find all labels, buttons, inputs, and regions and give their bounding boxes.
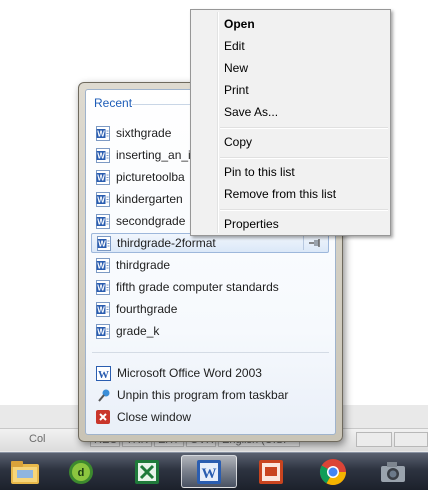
svg-text:W: W xyxy=(98,369,109,381)
svg-text:W: W xyxy=(97,305,105,314)
context-menu-gutter xyxy=(217,12,219,233)
recent-header: Recent xyxy=(94,96,133,110)
dreamweaver-icon: d xyxy=(69,459,93,484)
word-document-icon: W xyxy=(97,235,111,251)
status-col: Col xyxy=(29,433,46,445)
recent-item-label: secondgrade xyxy=(116,214,186,228)
recent-item-label: fifth grade computer standards xyxy=(116,280,279,294)
svg-text:W: W xyxy=(97,261,105,270)
svg-text:W: W xyxy=(202,466,217,482)
taskbar-word-button[interactable]: W xyxy=(181,455,237,488)
taskbar-dreamweaver-button[interactable]: d xyxy=(58,455,104,488)
svg-text:W: W xyxy=(98,239,106,248)
word-document-icon: W xyxy=(96,279,110,295)
recent-item-label: grade_k xyxy=(116,324,160,338)
menu-item-edit[interactable]: Edit xyxy=(224,39,245,53)
word-document-icon: W xyxy=(96,169,110,185)
svg-text:W: W xyxy=(97,151,105,160)
svg-text:d: d xyxy=(78,467,85,479)
task-label: Microsoft Office Word 2003 xyxy=(117,366,262,380)
menu-item-save-as[interactable]: Save As... xyxy=(224,105,278,119)
word-document-icon: W xyxy=(96,125,110,141)
taskbar-chrome-button[interactable] xyxy=(310,455,356,488)
task-open-word[interactable]: W Microsoft Office Word 2003 xyxy=(91,363,329,383)
word-document-icon: W xyxy=(96,257,110,273)
pin-icon[interactable] xyxy=(303,236,326,250)
taskbar-powerpoint-button[interactable] xyxy=(248,455,294,488)
menu-item-new[interactable]: New xyxy=(224,61,248,75)
word-document-icon: W xyxy=(96,323,110,339)
task-label: Close window xyxy=(117,410,192,424)
word-icon: W xyxy=(95,365,111,381)
svg-text:W: W xyxy=(97,195,105,204)
recent-item-label: sixthgrade xyxy=(116,126,172,140)
folder-icon xyxy=(11,460,39,484)
recent-item[interactable]: Wthirdgrade-2format xyxy=(91,233,329,253)
menu-item-properties[interactable]: Properties xyxy=(224,217,279,231)
menu-item-pin[interactable]: Pin to this list xyxy=(224,165,295,179)
svg-text:W: W xyxy=(97,129,105,138)
excel-icon xyxy=(135,459,159,484)
task-label: Unpin this program from taskbar xyxy=(117,388,289,402)
taskbar-camera-button[interactable] xyxy=(370,455,416,488)
unpin-icon xyxy=(95,387,111,403)
taskbar-explorer-button[interactable] xyxy=(2,455,48,488)
menu-separator xyxy=(220,209,388,211)
task-close-window[interactable]: Close window xyxy=(91,407,329,427)
close-icon xyxy=(95,409,111,425)
chrome-icon xyxy=(319,458,347,485)
word-document-icon: W xyxy=(96,147,110,163)
tasks-divider xyxy=(92,352,329,353)
recent-item[interactable]: Wgrade_k xyxy=(91,321,329,341)
recent-item-label: inserting_an_i xyxy=(116,148,191,162)
word-document-icon: W xyxy=(96,191,110,207)
recent-item[interactable]: Wfifth grade computer standards xyxy=(91,277,329,297)
taskbar-excel-button[interactable] xyxy=(124,455,170,488)
powerpoint-icon xyxy=(259,459,283,484)
camera-icon xyxy=(381,461,405,482)
word-document-icon: W xyxy=(96,301,110,317)
recent-item[interactable]: Wthirdgrade xyxy=(91,255,329,275)
svg-text:W: W xyxy=(97,173,105,182)
recent-item-label: fourthgrade xyxy=(116,302,178,316)
recent-item-label: picturetoolba xyxy=(116,170,185,184)
status-box-2 xyxy=(394,432,428,447)
status-box-1 xyxy=(356,432,392,447)
menu-separator xyxy=(220,157,388,159)
svg-text:W: W xyxy=(97,283,105,292)
word-document-icon: W xyxy=(96,213,110,229)
menu-item-copy[interactable]: Copy xyxy=(224,135,252,149)
taskbar: d W xyxy=(0,452,428,490)
task-unpin[interactable]: Unpin this program from taskbar xyxy=(91,385,329,405)
svg-text:W: W xyxy=(97,327,105,336)
recent-item-label: thirdgrade xyxy=(116,258,171,272)
context-menu: Open Edit New Print Save As... Copy Pin … xyxy=(190,9,391,236)
recent-item-label: thirdgrade-2format xyxy=(117,236,216,250)
svg-text:W: W xyxy=(97,217,105,226)
word-icon: W xyxy=(197,459,221,484)
menu-item-remove[interactable]: Remove from this list xyxy=(224,187,336,201)
recent-item[interactable]: Wfourthgrade xyxy=(91,299,329,319)
menu-separator xyxy=(220,127,388,129)
menu-item-print[interactable]: Print xyxy=(224,83,249,97)
menu-item-open[interactable]: Open xyxy=(224,17,255,31)
recent-item-label: kindergarten xyxy=(116,192,183,206)
